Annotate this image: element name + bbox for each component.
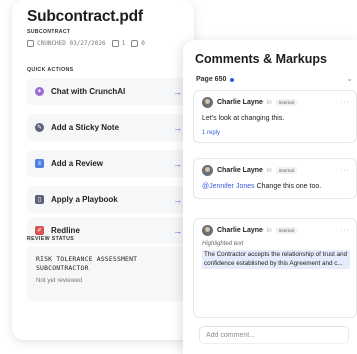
review-title: RISK TOLERANCE ASSESSMENT SUBCONTRACTOR [36, 255, 138, 272]
document-meta: CRUNCHED 03/27/2026 1 0 [27, 40, 145, 47]
user-mention[interactable]: @Jennifer Jones [202, 183, 255, 190]
arrow-right-icon: → [173, 86, 182, 97]
comment-author: Charlie Layne [217, 227, 263, 234]
review-status-label: REVIEW STATUS [27, 236, 75, 242]
add-sticky-note-button[interactable]: ✎ Add a Sticky Note → [27, 114, 190, 141]
calendar-icon [27, 40, 34, 47]
comment-separator: in [266, 227, 272, 234]
page-icon [111, 40, 119, 47]
chevron-down-icon[interactable]: ⌄ [346, 74, 353, 83]
add-review-button[interactable]: ≡ Add a Review → [27, 150, 190, 177]
document-status: CRUNCHED 03/27/2026 [37, 40, 106, 47]
comments-count: 0 [141, 40, 145, 47]
visibility-badge: Internal [275, 99, 297, 106]
arrow-right-icon: → [173, 158, 182, 169]
avatar [202, 165, 213, 176]
panel-title: Comments & Markups [195, 52, 327, 66]
unread-dot [230, 77, 235, 82]
highlighted-text: The Contractor accepts the relationship … [202, 250, 350, 269]
playbook-icon: ▯ [35, 195, 44, 204]
sparkle-icon: ✦ [35, 87, 44, 96]
comment-card[interactable]: Charlie Layne in Internal ··· @Jennifer … [193, 158, 357, 199]
comments-panel: Comments & Markups Page 650 ⌄ Charlie La… [183, 40, 357, 354]
document-card: Subcontract.pdf SUBCONTRACT CRUNCHED 03/… [12, 0, 194, 340]
comment-separator: in [266, 167, 272, 174]
more-options-icon[interactable]: ··· [340, 167, 350, 174]
comment-text: Let's look at changing this. [202, 115, 285, 122]
comment-text: @Jennifer Jones Change this one too. [202, 182, 350, 192]
redline-icon: ✐ [35, 226, 44, 235]
action-label: Apply a Playbook [51, 195, 118, 204]
action-label: Chat with CrunchAI [51, 87, 126, 96]
arrow-right-icon: → [173, 122, 182, 133]
page-filter[interactable]: Page 650 [196, 76, 235, 83]
comment-author: Charlie Layne [217, 99, 263, 106]
visibility-badge: Internal [275, 227, 297, 234]
chat-crunchai-button[interactable]: ✦ Chat with CrunchAI → [27, 78, 190, 105]
action-label: Add a Sticky Note [51, 123, 120, 132]
note-icon: ✎ [35, 123, 44, 132]
document-type: SUBCONTRACT [27, 29, 71, 35]
document-title: Subcontract.pdf [27, 8, 143, 25]
comment-icon [131, 40, 139, 47]
quick-actions-label: QUICK ACTIONS [27, 67, 74, 73]
reply-link[interactable]: 1 reply [202, 130, 350, 136]
pages-count: 1 [121, 40, 126, 47]
action-label: Redline [51, 226, 80, 235]
review-status-text: Not yet reviewed [36, 277, 83, 284]
comment-author: Charlie Layne [217, 167, 263, 174]
add-comment-input[interactable] [199, 326, 349, 344]
apply-playbook-button[interactable]: ▯ Apply a Playbook → [27, 186, 190, 213]
page-label: Page 650 [196, 76, 227, 83]
more-options-icon[interactable]: ··· [340, 99, 350, 106]
more-options-icon[interactable]: ··· [340, 227, 350, 234]
comment-card[interactable]: Charlie Layne in Internal ··· Let's look… [193, 90, 357, 143]
highlight-label: Highlighted text [202, 241, 244, 247]
avatar [202, 225, 213, 236]
comment-separator: in [266, 99, 272, 106]
review-status-card[interactable]: RISK TOLERANCE ASSESSMENT SUBCONTRACTOR … [27, 246, 190, 301]
review-icon: ≡ [35, 159, 44, 168]
arrow-right-icon: → [173, 225, 182, 236]
comment-card[interactable]: Charlie Layne in Internal ··· Highlighte… [193, 218, 357, 318]
visibility-badge: Internal [275, 167, 297, 174]
action-label: Add a Review [51, 159, 104, 168]
avatar [202, 97, 213, 108]
comment-body: Change this one too. [254, 183, 322, 190]
arrow-right-icon: → [173, 194, 182, 205]
